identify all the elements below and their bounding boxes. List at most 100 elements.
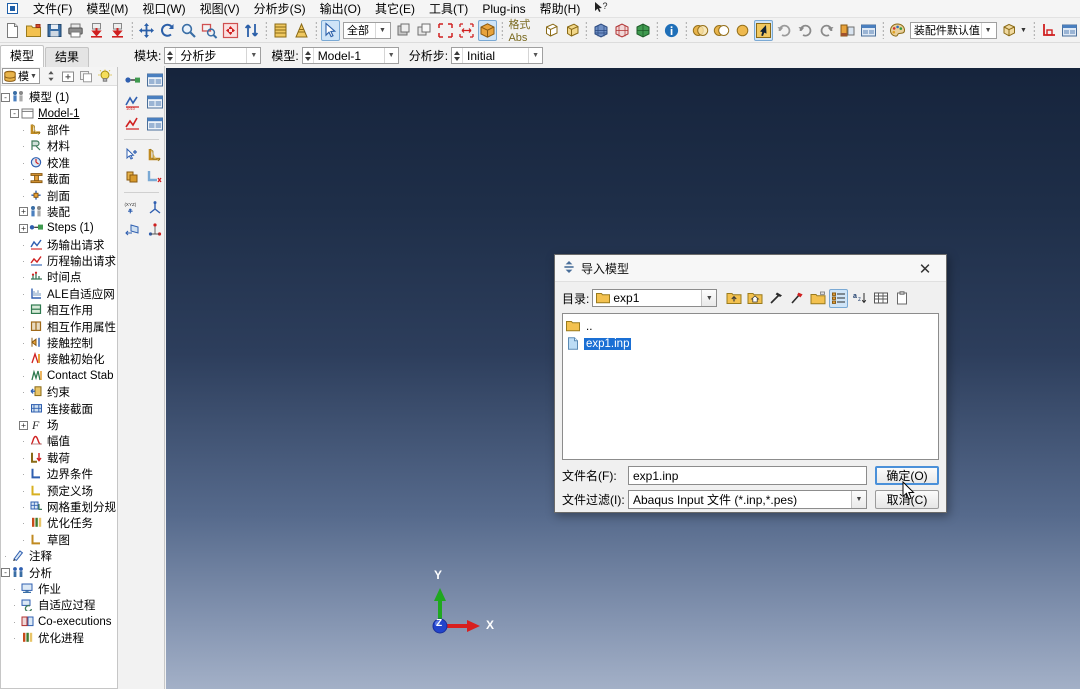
- tree-item-14[interactable]: · 相互作用属性: [1, 318, 117, 334]
- mesh-green-cube-icon[interactable]: [633, 20, 652, 41]
- step-manager-icon[interactable]: [145, 70, 165, 90]
- create-set-icon[interactable]: [123, 145, 143, 165]
- module-selector[interactable]: 分析步 ▼: [164, 47, 262, 64]
- render-hidden-icon[interactable]: [292, 20, 311, 41]
- print-icon[interactable]: [66, 20, 85, 41]
- arrow-question-icon[interactable]: ?: [587, 0, 615, 18]
- model-selector[interactable]: Model-1 ▼: [301, 47, 399, 64]
- tree-item-20[interactable]: + F 场: [1, 417, 117, 433]
- tree-expander-icon[interactable]: +: [19, 223, 28, 233]
- chevron-down-icon[interactable]: ▼: [851, 491, 866, 508]
- tree-item-12[interactable]: · ALE自适应网: [1, 286, 117, 302]
- datum-axis-icon[interactable]: [145, 220, 165, 240]
- list-item[interactable]: ..: [566, 318, 935, 335]
- tree-item-18[interactable]: · 约束: [1, 384, 117, 400]
- filter-dropdown[interactable]: Abaqus Input 文件 (*.inp,*.pes) ▼: [628, 490, 867, 509]
- model-database-selector[interactable]: 模 ▼: [2, 68, 40, 84]
- redo-icon[interactable]: [817, 20, 836, 41]
- tree-expander-icon[interactable]: -: [10, 109, 19, 119]
- tree-item-22[interactable]: · 载荷: [1, 450, 117, 466]
- field-output-manager-icon[interactable]: [145, 92, 165, 112]
- create-field-output-icon[interactable]: 1010: [123, 92, 143, 112]
- tree-item-10[interactable]: · 历程输出请求: [1, 253, 117, 269]
- menu-viewport[interactable]: 视口(W): [135, 1, 192, 17]
- menu-help[interactable]: 帮助(H): [533, 1, 588, 17]
- selection-filter-dropdown[interactable]: 全部 ▼: [343, 21, 392, 39]
- menu-file[interactable]: 文件(F): [26, 1, 79, 17]
- tree-item-2[interactable]: · 部件: [1, 122, 117, 138]
- save-file-icon[interactable]: [45, 20, 64, 41]
- updown-spin-icon[interactable]: [42, 68, 60, 85]
- list-item[interactable]: exp1.inp: [566, 335, 935, 352]
- color-palette-icon[interactable]: [888, 20, 907, 41]
- create-step-icon[interactable]: [123, 70, 143, 90]
- tree-item-19[interactable]: · 连接截面: [1, 400, 117, 416]
- import-model-icon[interactable]: [87, 20, 106, 41]
- tree-item-26[interactable]: · 优化任务: [1, 515, 117, 531]
- open-file-icon[interactable]: [24, 20, 43, 41]
- magnify-icon[interactable]: [179, 20, 198, 41]
- work-directory-icon[interactable]: [766, 289, 785, 308]
- translucency-icon[interactable]: [712, 20, 731, 41]
- viewport-settings-icon[interactable]: [859, 20, 878, 41]
- create-display-group-icon[interactable]: [123, 167, 143, 187]
- chevron-down-icon[interactable]: ▼: [981, 22, 994, 38]
- filename-input[interactable]: exp1.inp: [628, 466, 867, 485]
- tree-item-30[interactable]: · 作业: [1, 581, 117, 597]
- bulb-icon[interactable]: [96, 68, 114, 85]
- export-model-icon[interactable]: [108, 20, 127, 41]
- rotate-icon[interactable]: [158, 20, 177, 41]
- tree-item-15[interactable]: · 接触控制: [1, 335, 117, 351]
- create-surface-icon[interactable]: [145, 145, 165, 165]
- tree-expander-icon[interactable]: -: [1, 92, 10, 102]
- close-icon[interactable]: ✕: [904, 255, 946, 282]
- sphere-icon[interactable]: [733, 20, 752, 41]
- favorites-icon[interactable]: [787, 289, 806, 308]
- sort-updown-icon[interactable]: [242, 20, 261, 41]
- measure-icon[interactable]: [457, 20, 476, 41]
- detail-view-icon[interactable]: [871, 289, 890, 308]
- menu-output[interactable]: 输出(O): [313, 1, 368, 17]
- menu-step[interactable]: 分析步(S): [247, 1, 313, 17]
- menu-view[interactable]: 视图(V): [193, 1, 247, 17]
- chevron-down-icon[interactable]: ▼: [383, 48, 398, 63]
- list-view-icon[interactable]: [829, 288, 849, 308]
- chevron-down-icon[interactable]: ▼: [701, 290, 717, 306]
- directory-combo[interactable]: exp1 ▼: [592, 289, 718, 307]
- tree-item-24[interactable]: · 预定义场: [1, 482, 117, 498]
- tree-item-6[interactable]: · 剖面: [1, 187, 117, 203]
- chevron-down-icon[interactable]: ▼: [528, 48, 542, 63]
- tree-item-31[interactable]: · 自适应过程: [1, 597, 117, 613]
- step-spinner[interactable]: [452, 48, 464, 63]
- reset-icon[interactable]: [775, 20, 794, 41]
- query-box-icon[interactable]: [436, 20, 455, 41]
- pan-icon[interactable]: [137, 20, 156, 41]
- info-circle-icon[interactable]: [662, 20, 681, 41]
- select-arrow-icon[interactable]: [321, 19, 340, 41]
- pick-icon[interactable]: [753, 19, 773, 41]
- sort-icon[interactable]: az: [850, 289, 869, 308]
- chevron-down-icon[interactable]: ▼: [30, 73, 39, 80]
- tree-item-11[interactable]: · 时间点: [1, 269, 117, 285]
- menu-tools[interactable]: 工具(T): [422, 1, 475, 17]
- model-spinner[interactable]: [302, 48, 314, 63]
- step-selector[interactable]: Initial ▼: [451, 47, 544, 64]
- create-cut-icon[interactable]: [145, 167, 165, 187]
- home-folder-icon[interactable]: [745, 289, 764, 308]
- module-spinner[interactable]: [165, 48, 177, 63]
- tree-item-33[interactable]: · 优化进程: [1, 630, 117, 646]
- tree-item-8[interactable]: + Steps (1): [1, 220, 117, 236]
- box-zoom-icon[interactable]: [200, 20, 219, 41]
- datum-plane-icon[interactable]: [123, 220, 143, 240]
- tree-item-28[interactable]: · 注释: [1, 548, 117, 564]
- tree-expander-icon[interactable]: -: [1, 568, 10, 578]
- tree-item-27[interactable]: · 草图: [1, 532, 117, 548]
- menu-model[interactable]: 模型(M): [79, 1, 135, 17]
- overlap-icon[interactable]: [691, 20, 710, 41]
- chevron-down-icon[interactable]: ▼: [375, 22, 388, 38]
- tree-item-5[interactable]: · 截面: [1, 171, 117, 187]
- cube-dropdown-icon[interactable]: [1000, 20, 1019, 41]
- tree-item-29[interactable]: - 分析: [1, 564, 117, 580]
- menu-other[interactable]: 其它(E): [368, 1, 422, 17]
- tab-results[interactable]: 结果: [45, 47, 90, 67]
